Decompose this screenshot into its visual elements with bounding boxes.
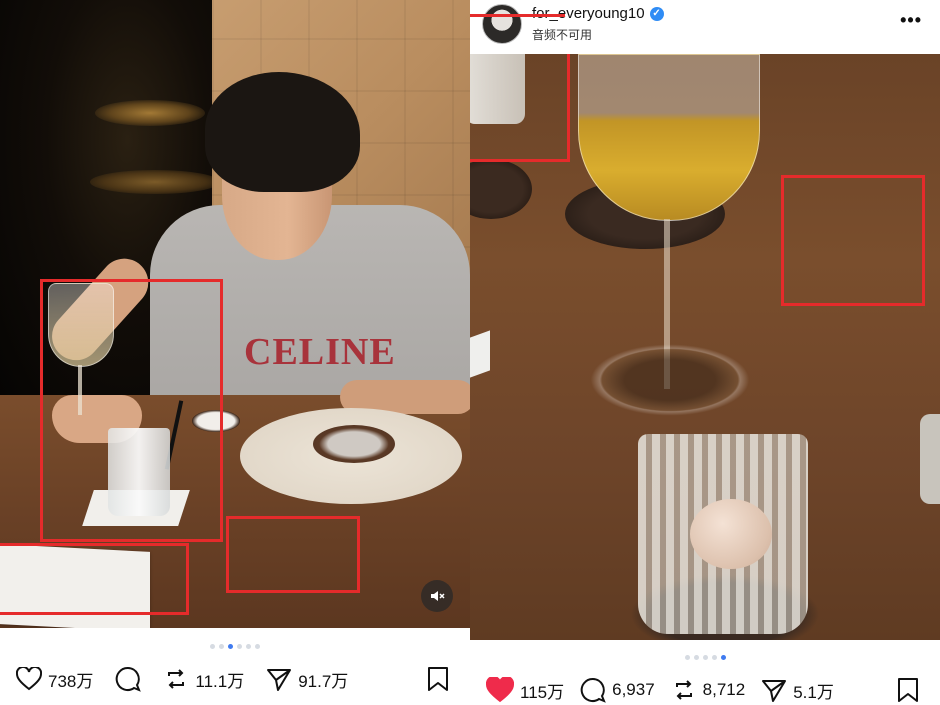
carousel-dot-active[interactable] [720, 655, 726, 660]
carousel-dot[interactable] [711, 655, 717, 660]
send-icon [267, 669, 292, 691]
like-count: 115万 [520, 682, 565, 702]
action-bar: 738万 11.1万 91.7万 [0, 664, 470, 694]
wine-glass-stem [78, 365, 82, 415]
share-count: 5.1万 [793, 682, 834, 702]
like-button[interactable]: 738万 [16, 667, 93, 692]
heart-icon [16, 667, 42, 691]
post-header: for_everyoung10 ✓ 音频不可用 ••• [470, 0, 940, 54]
comment-icon [116, 666, 142, 692]
carousel-dots [470, 655, 940, 660]
post-photo-right[interactable] [470, 54, 940, 640]
carousel-dot[interactable] [219, 644, 224, 649]
repost-count: 11.1万 [195, 671, 245, 691]
carousel-dot-active[interactable] [228, 644, 233, 649]
wine-glass-base [590, 344, 750, 416]
carousel-dots [0, 644, 470, 649]
comment-count: 6,937 [612, 680, 655, 699]
wine-glass [48, 283, 114, 367]
carousel-dot[interactable] [693, 655, 699, 660]
annotation-line [470, 14, 565, 17]
left-post: CELINE 738万 11.1万 91.7万 [0, 0, 470, 705]
repost-button[interactable]: 8,712 [671, 677, 746, 703]
carousel-dot[interactable] [255, 644, 260, 649]
wine-glass [578, 54, 760, 221]
bookmark-icon [428, 667, 448, 691]
carousel-dot[interactable] [237, 644, 242, 649]
bookmark-button[interactable] [897, 677, 919, 705]
like-button[interactable]: 115万 [486, 677, 564, 703]
small-dish [192, 410, 240, 432]
mute-button[interactable] [421, 580, 453, 612]
dessert-ball [690, 499, 772, 569]
glass-cup [470, 54, 525, 124]
share-count: 91.7万 [298, 671, 349, 691]
repost-count: 8,712 [702, 680, 746, 699]
carousel-dot[interactable] [684, 655, 690, 660]
repost-button[interactable]: 11.1万 [163, 666, 244, 692]
repost-icon [675, 680, 692, 700]
dish [313, 425, 395, 463]
utensil-edge [920, 414, 940, 504]
comment-button[interactable] [115, 666, 142, 692]
mute-icon [431, 591, 445, 601]
share-button[interactable]: 5.1万 [761, 677, 834, 703]
send-icon [762, 680, 787, 702]
audio-status: 音频不可用 [532, 28, 593, 42]
more-icon[interactable]: ••• [900, 10, 922, 31]
menu-paper [0, 544, 150, 628]
verified-icon: ✓ [649, 6, 664, 21]
annotation-box [781, 175, 925, 306]
person-hair [205, 72, 360, 192]
comment-button[interactable]: 6,937 [580, 677, 655, 703]
avatar[interactable] [482, 4, 522, 44]
right-post: for_everyoung10 ✓ 音频不可用 ••• 115万 6,937 8… [470, 0, 940, 705]
comment-icon [580, 677, 606, 703]
shirt-logo-text: CELINE [244, 331, 396, 373]
coaster [470, 159, 532, 219]
action-bar: 115万 6,937 8,712 5.1万 [470, 675, 940, 705]
wall-light-reflection [95, 100, 205, 126]
bookmark-icon [898, 678, 918, 702]
bookmark-button[interactable] [427, 666, 449, 697]
share-button[interactable]: 91.7万 [266, 666, 348, 692]
repost-icon [168, 669, 185, 689]
paper-edge [470, 330, 490, 378]
water-glass [108, 428, 170, 516]
like-count: 738万 [48, 671, 94, 691]
carousel-dot[interactable] [246, 644, 251, 649]
heart-icon [486, 677, 514, 703]
wall-light-reflection [90, 170, 220, 194]
post-photo-left[interactable]: CELINE [0, 0, 470, 628]
carousel-dot[interactable] [702, 655, 708, 660]
carousel-dot[interactable] [210, 644, 215, 649]
